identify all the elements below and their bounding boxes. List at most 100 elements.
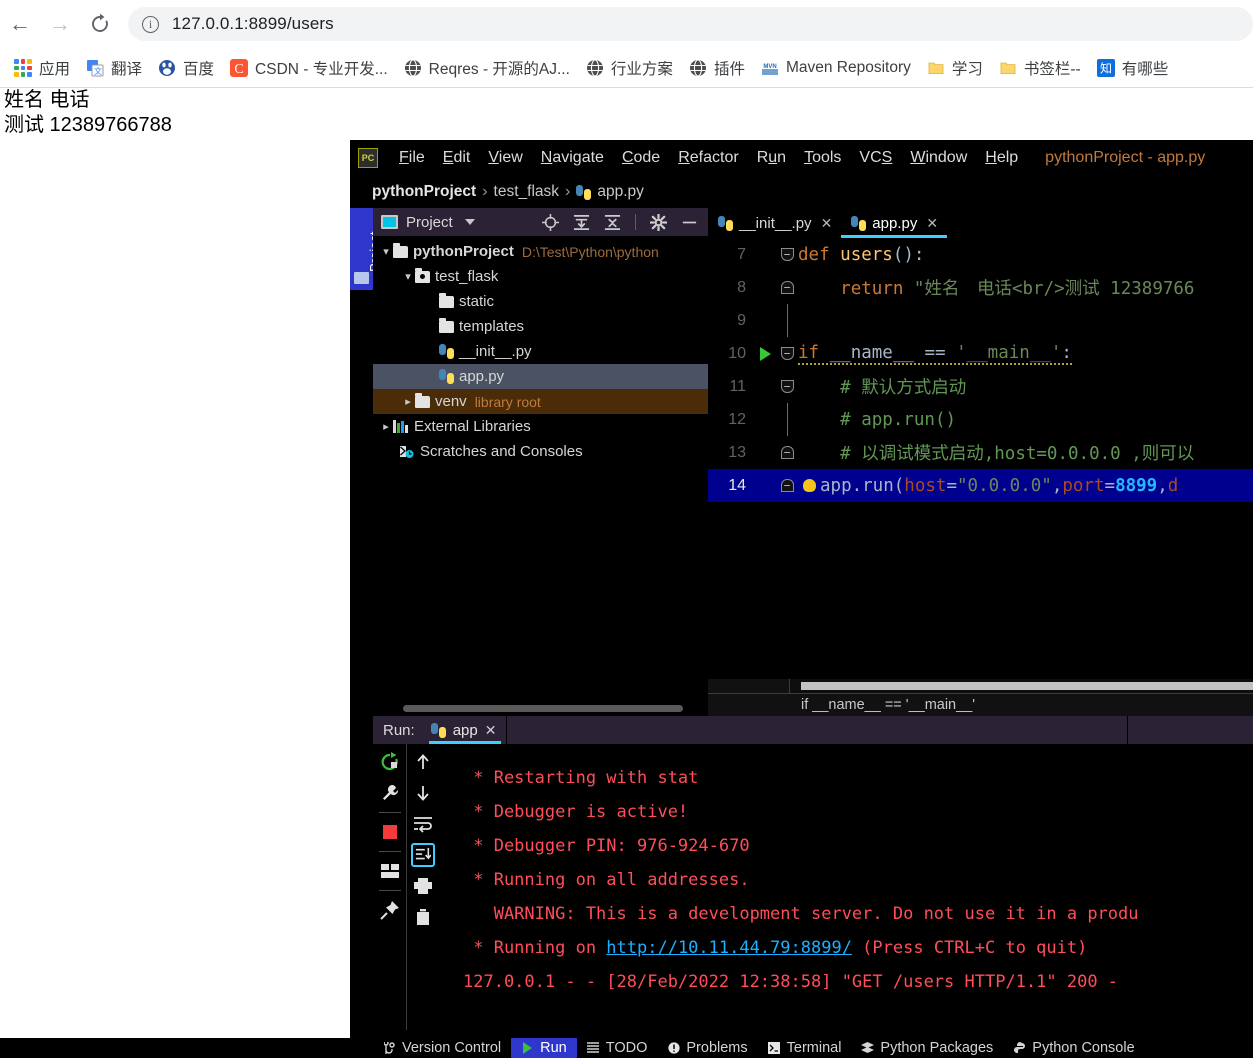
fold-icon[interactable]: − [776,248,798,261]
menu-help[interactable]: Help [976,146,1027,170]
tool-window-version-control[interactable]: Version Control [373,1038,511,1058]
trash-icon[interactable] [411,905,435,929]
bookmark-apps[interactable]: 应用 [6,54,78,82]
chevron-right-icon[interactable]: ▸ [401,395,415,408]
tool-window-python-packages[interactable]: Python Packages [851,1038,1003,1058]
code-line-13: 13 − # 以调试模式启动,host=0.0.0.0 ,则可以 [708,436,1253,469]
collapse-all-icon[interactable] [604,214,621,231]
tree-item-test-flask[interactable]: ▾ test_flask [373,264,708,289]
hide-minimize-icon[interactable] [681,214,698,231]
run-gutter-icon[interactable] [754,346,776,361]
bookmark-zhihu[interactable]: 知 有哪些 [1089,54,1177,82]
menu-file[interactable]: File [390,146,434,170]
project-tree-scrollbar[interactable] [403,705,683,712]
breadcrumb-project[interactable]: pythonProject [372,183,476,201]
menu-navigate[interactable]: Navigate [532,146,613,170]
bookmark-industry[interactable]: 行业方案 [578,54,681,82]
wrench-settings-icon[interactable] [378,781,402,805]
tree-item-static[interactable]: static [373,289,708,314]
menu-refactor[interactable]: Refactor [669,146,747,170]
menu-window[interactable]: Window [901,146,976,170]
reload-icon[interactable] [80,4,120,44]
breadcrumb-folder[interactable]: test_flask [494,183,559,201]
console-line-partial [439,746,1253,761]
fold-icon[interactable]: − [776,281,798,294]
layout-icon[interactable] [378,859,402,883]
run-console-output[interactable]: * Restarting with stat * Debugger is act… [439,744,1253,1058]
editor-horizontal-scrollbar-row [708,679,1253,693]
locate-target-icon[interactable] [542,213,559,231]
toolbar-divider [635,214,636,230]
bookmark-csdn[interactable]: C CSDN - 专业开发... [222,54,396,82]
bookmark-label: 插件 [713,61,745,78]
menu-view[interactable]: View [479,146,531,170]
tool-window-run[interactable]: Run [511,1038,577,1058]
tab-init-py[interactable]: __init__.py ✕ [708,208,841,238]
settings-gear-icon[interactable] [650,213,667,231]
code-line-8: 8 − return "姓名 电话<br/>测试 12389766 [708,271,1253,304]
console-link[interactable]: http://10.11.44.79:8899/ [606,938,852,958]
scroll-to-end-icon[interactable] [411,843,435,867]
fold-icon[interactable]: − [776,347,798,360]
globe-icon [404,59,421,77]
tab-app-py[interactable]: app.py ✕ [841,208,947,238]
fold-icon[interactable]: − [776,446,798,459]
intention-bulb-icon[interactable] [798,479,820,492]
tree-item-scratches[interactable]: Scratches and Consoles [373,439,708,464]
bookmark-plugins[interactable]: 插件 [681,54,753,82]
menu-edit[interactable]: Edit [434,146,480,170]
chevron-down-icon[interactable]: ▾ [401,270,415,283]
address-bar[interactable]: i 127.0.0.1:8899/users [128,7,1253,41]
close-icon[interactable]: ✕ [821,215,833,232]
bookmark-translate[interactable]: 文 翻译 [78,54,150,82]
tree-item-app-py[interactable]: app.py [373,364,708,389]
tree-item-venv[interactable]: ▸ venv library root [373,389,708,414]
list-icon [587,1042,600,1055]
pin-icon[interactable] [378,898,402,922]
folder-icon [928,62,944,74]
tree-item-templates[interactable]: templates [373,314,708,339]
tool-window-todo[interactable]: TODO [577,1038,658,1058]
chevron-down-icon[interactable] [464,219,475,225]
menu-tools[interactable]: Tools [795,146,850,170]
tool-window-python-console[interactable]: Python Console [1003,1038,1144,1058]
site-info-icon[interactable]: i [142,15,159,33]
close-icon[interactable]: ✕ [485,722,497,739]
expand-all-icon[interactable] [573,214,590,231]
editor-breadcrumb[interactable]: if __name__ == '__main__' [708,693,1253,716]
tree-item-pythonproject[interactable]: ▾ pythonProject D:\Test\Python\python [373,239,708,264]
fold-icon[interactable]: − [776,479,798,492]
sidebar-tab-project[interactable]: Project [350,208,382,290]
tool-window-problems[interactable]: Problems [657,1038,757,1058]
down-arrow-icon[interactable] [411,781,435,805]
fold-icon[interactable]: − [776,380,798,393]
print-icon[interactable] [411,874,435,898]
chevron-right-icon[interactable]: ▸ [379,420,393,433]
soft-wrap-icon[interactable] [411,812,435,836]
code-editor[interactable]: 7 − def users(): 8 − return "姓名 电话<br/>测… [708,238,1253,679]
tree-item-init-py[interactable]: __init__.py [373,339,708,364]
bookmark-label: 学习 [951,61,983,78]
page-line-2: 测试 12389766788 [4,114,172,136]
bookmark-study-folder[interactable]: 学习 [919,54,991,82]
close-icon[interactable]: ✕ [926,215,938,232]
menu-run[interactable]: Run [748,146,795,170]
tool-window-terminal[interactable]: Terminal [758,1038,852,1058]
up-arrow-icon[interactable] [411,750,435,774]
fold-guide [776,304,798,337]
bookmark-maven[interactable]: MVN Maven Repository [753,54,919,82]
tree-item-external-libraries[interactable]: ▸ External Libraries [373,414,708,439]
stop-icon[interactable] [378,820,402,844]
menu-vcs[interactable]: VCS [850,146,901,170]
editor-horizontal-scrollbar[interactable] [801,682,1253,690]
bookmark-bar-folder[interactable]: 书签栏-- [991,54,1089,82]
forward-icon[interactable]: → [40,4,80,44]
menu-code[interactable]: Code [613,146,669,170]
back-icon[interactable]: ← [0,4,40,44]
bookmark-reqres[interactable]: Reqres - 开源的AJ... [396,54,578,82]
rerun-icon[interactable] [378,750,402,774]
breadcrumb-file[interactable]: app.py [597,183,644,201]
run-tab-app[interactable]: app ✕ [421,716,507,744]
chevron-down-icon[interactable]: ▾ [379,245,393,258]
bookmark-baidu[interactable]: 百度 [150,54,222,82]
